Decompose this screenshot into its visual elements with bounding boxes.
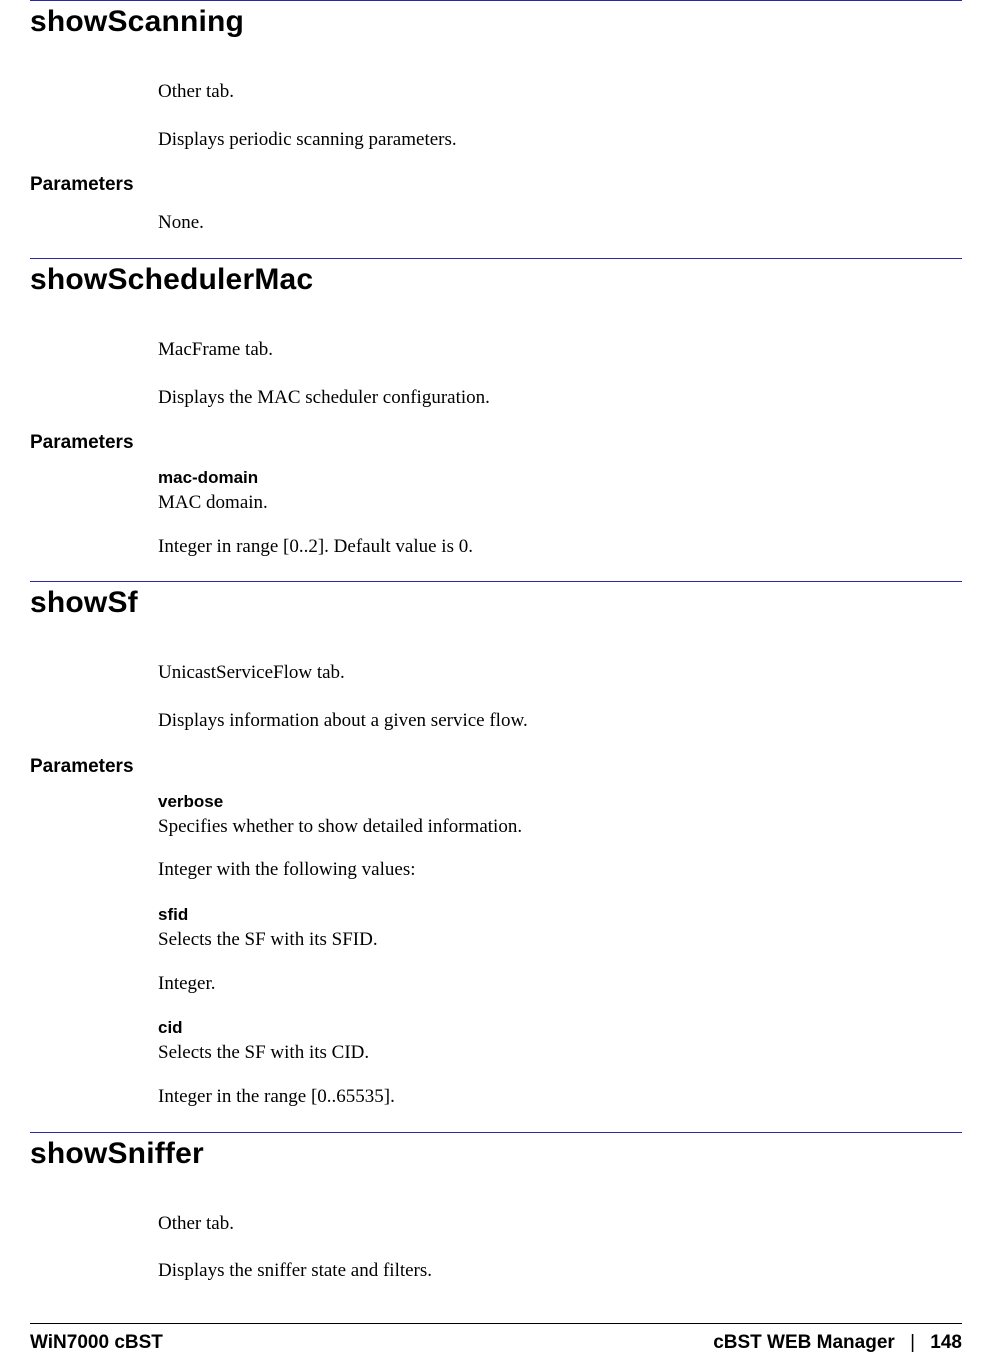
parameters-body: None. — [158, 210, 962, 236]
section-title: showSniffer — [30, 1137, 962, 1171]
param-detail: Integer. — [158, 971, 962, 997]
intro-line: Other tab. — [158, 1211, 962, 1237]
parameters-body: verbose Specifies whether to show detail… — [158, 792, 962, 1110]
section-body: Other tab. Displays periodic scanning pa… — [158, 79, 962, 152]
section-rule — [30, 1132, 962, 1133]
page: showScanning Other tab. Displays periodi… — [0, 0, 992, 1370]
intro-line: UnicastServiceFlow tab. — [158, 660, 962, 686]
section-rule — [30, 0, 962, 1]
param-desc: Specifies whether to show detailed infor… — [158, 814, 962, 840]
parameters-heading: Parameters — [30, 174, 962, 196]
section-title: showScanning — [30, 5, 962, 39]
param-name: cid — [158, 1018, 962, 1038]
intro-line: MacFrame tab. — [158, 337, 962, 363]
intro-line: Other tab. — [158, 79, 962, 105]
section-body: Other tab. Displays the sniffer state an… — [158, 1211, 962, 1284]
param-desc: Selects the SF with its CID. — [158, 1040, 962, 1066]
footer-right: cBST WEB Manager | 148 — [713, 1332, 962, 1354]
intro-line: Displays information about a given servi… — [158, 708, 962, 734]
section-body: UnicastServiceFlow tab. Displays informa… — [158, 660, 962, 733]
section-rule — [30, 258, 962, 259]
param-desc: MAC domain. — [158, 490, 962, 516]
param-name: verbose — [158, 792, 962, 812]
section-rule — [30, 581, 962, 582]
footer-doc-title: cBST WEB Manager — [713, 1332, 895, 1353]
intro-line: Displays the MAC scheduler configuration… — [158, 385, 962, 411]
param-name: mac-domain — [158, 468, 962, 488]
footer-left: WiN7000 cBST — [30, 1332, 163, 1354]
footer-page-number: 148 — [930, 1332, 962, 1353]
parameters-body: mac-domain MAC domain. Integer in range … — [158, 468, 962, 559]
param-name: sfid — [158, 905, 962, 925]
param-desc: Selects the SF with its SFID. — [158, 927, 962, 953]
param-detail: Integer in range [0..2]. Default value i… — [158, 534, 962, 560]
section-title: showSchedulerMac — [30, 263, 962, 297]
param-detail: Integer with the following values: — [158, 857, 962, 883]
section-title: showSf — [30, 586, 962, 620]
params-none: None. — [158, 210, 962, 236]
parameters-heading: Parameters — [30, 432, 962, 454]
section-body: MacFrame tab. Displays the MAC scheduler… — [158, 337, 962, 410]
page-footer: WiN7000 cBST cBST WEB Manager | 148 — [30, 1323, 962, 1354]
intro-line: Displays periodic scanning parameters. — [158, 127, 962, 153]
intro-line: Displays the sniffer state and filters. — [158, 1258, 962, 1284]
footer-separator: | — [900, 1332, 925, 1354]
param-detail: Integer in the range [0..65535]. — [158, 1084, 962, 1110]
parameters-heading: Parameters — [30, 756, 962, 778]
